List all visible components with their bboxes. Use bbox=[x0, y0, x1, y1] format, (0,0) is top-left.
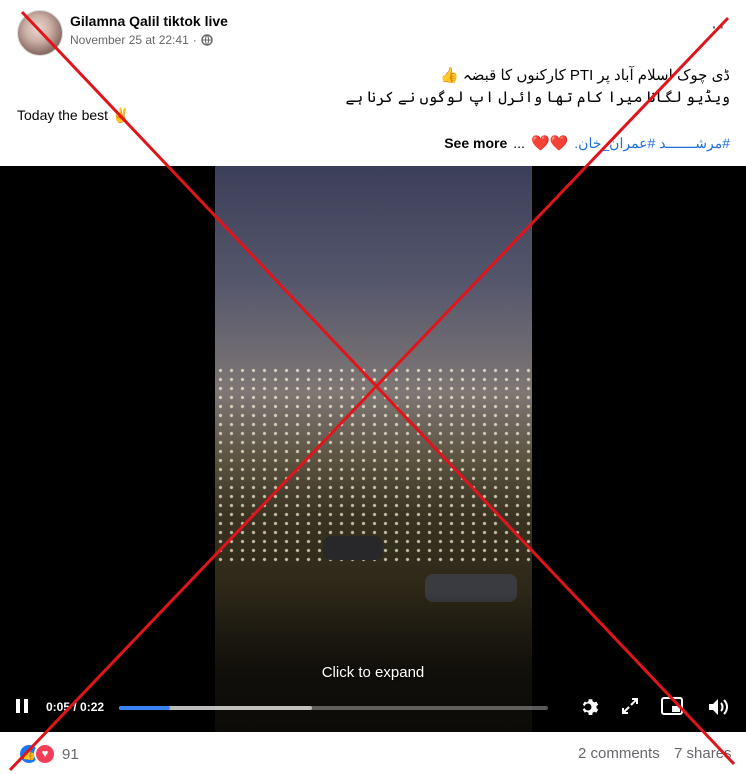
urdu-text-line-1: ڈی چوک اسلام آباد پر PTI کارکنوں کا قبضہ… bbox=[439, 67, 730, 84]
video-controls: 0:05 / 0:22 bbox=[0, 690, 746, 730]
post-meta: November 25 at 22:41 · bbox=[70, 33, 213, 47]
pause-icon[interactable] bbox=[16, 699, 30, 715]
urdu-text-line-2: ویڈیو لگانا میرا کام تھا وائرل اپ لوگوں … bbox=[345, 89, 730, 106]
love-reaction-icon: ♥ bbox=[34, 743, 56, 765]
picture-in-picture-icon[interactable] bbox=[660, 696, 684, 716]
author-name[interactable]: Gilamna Qalil tiktok live bbox=[70, 13, 228, 29]
ellipsis: ... bbox=[513, 135, 525, 151]
globe-icon bbox=[201, 34, 213, 46]
author-avatar[interactable] bbox=[17, 10, 63, 56]
more-dots-icon[interactable]: ·· bbox=[711, 16, 726, 39]
click-to-expand-label[interactable]: Click to expand bbox=[0, 664, 746, 681]
shares-link[interactable]: 7 shares bbox=[674, 745, 732, 762]
today-text-line: Today the best ✌️ bbox=[17, 107, 130, 123]
post-timestamp[interactable]: November 25 at 22:41 bbox=[70, 33, 189, 47]
post-header: Gilamna Qalil tiktok live November 25 at… bbox=[0, 0, 746, 60]
video-player[interactable]: Click to expand 0:05 / 0:22 bbox=[0, 166, 746, 732]
comments-link[interactable]: 2 comments bbox=[578, 745, 660, 762]
settings-gear-icon[interactable] bbox=[576, 695, 600, 719]
video-frame bbox=[215, 166, 532, 732]
time-display: 0:05 / 0:22 bbox=[46, 700, 105, 714]
see-more-link[interactable]: See more bbox=[444, 135, 507, 151]
progress-bar[interactable] bbox=[119, 706, 548, 710]
volume-icon[interactable] bbox=[706, 696, 730, 718]
played-bar bbox=[119, 706, 171, 710]
dot-separator: · bbox=[192, 33, 197, 47]
see-more-row: See more ... ❤️❤️ #مرشـــــــد #عمران_خا… bbox=[444, 134, 730, 153]
reaction-count: 91 bbox=[62, 745, 79, 763]
car-silhouette bbox=[323, 536, 383, 560]
hashtag-links[interactable]: #مرشـــــــد #عمران_خان. bbox=[574, 135, 730, 152]
fullscreen-icon[interactable] bbox=[620, 696, 640, 716]
post-footer: 👍 ♥ 91 2 comments 7 shares bbox=[0, 734, 746, 774]
heart-emoji: ❤️❤️ bbox=[530, 135, 569, 152]
reactions-summary[interactable]: 👍 ♥ 91 bbox=[18, 743, 79, 765]
